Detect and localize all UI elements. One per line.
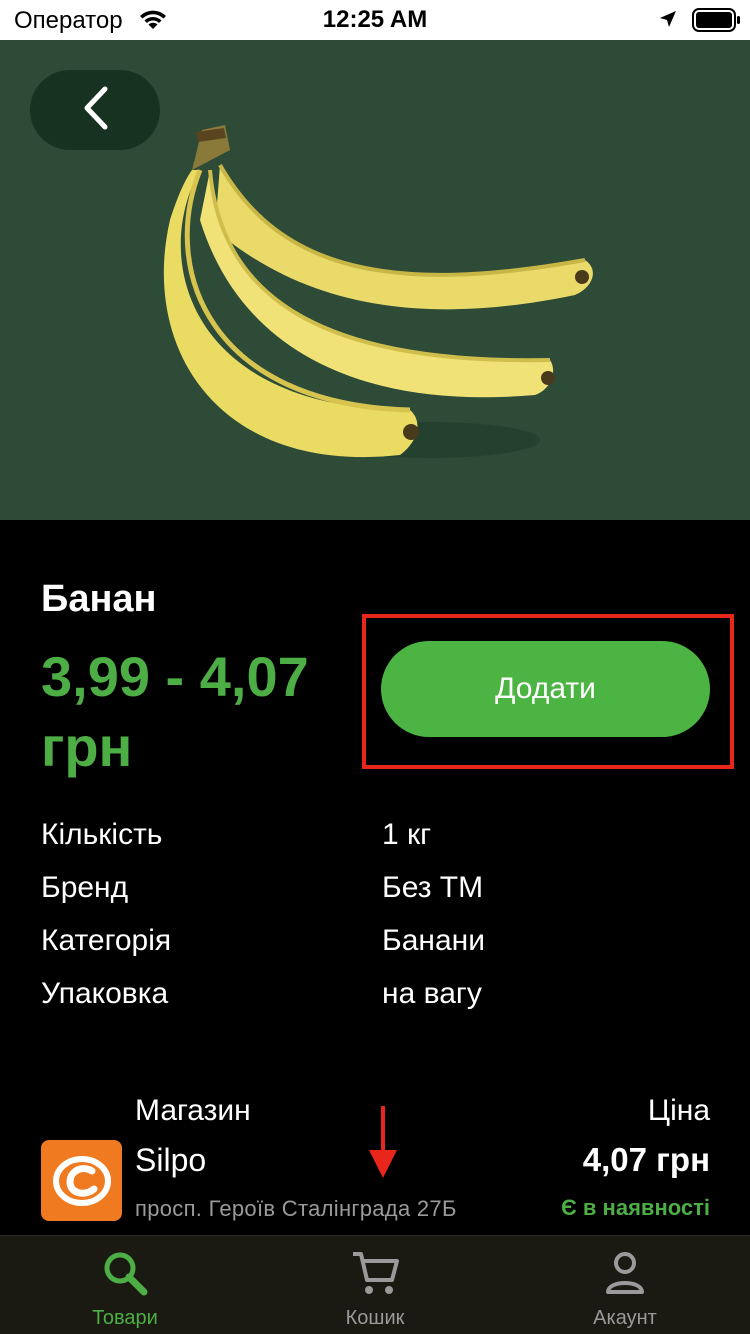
detail-value: Банани (382, 923, 485, 957)
detail-key: Упаковка (41, 976, 169, 1010)
detail-key: Категорія (41, 923, 172, 957)
detail-value: Без ТМ (382, 870, 484, 904)
account-icon (600, 1248, 650, 1303)
detail-row-quantity: Кількість 1 кг (41, 808, 701, 861)
tab-account[interactable]: Акаунт (500, 1236, 750, 1334)
tab-label: Акаунт (593, 1307, 657, 1329)
store-address: просп. Героїв Сталінграда 27Б (135, 1196, 457, 1221)
store-name: Silpo (135, 1142, 207, 1178)
detail-value: 1 кг (382, 817, 432, 851)
price-label: Ціна (647, 1094, 710, 1127)
product-details: Кількість 1 кг Бренд Без ТМ Категорія Ба… (41, 808, 701, 1020)
product-title: Банан (41, 578, 157, 620)
detail-key: Бренд (41, 870, 129, 904)
product-hero (0, 40, 750, 520)
detail-key: Кількість (41, 817, 163, 851)
detail-row-brand: Бренд Без ТМ (41, 861, 701, 914)
detail-row-packaging: Упаковка на вагу (41, 967, 701, 1020)
detail-value: на вагу (382, 976, 482, 1010)
status-time: 12:25 AM (322, 6, 428, 33)
tab-cart[interactable]: Кошик (250, 1236, 500, 1334)
tab-products[interactable]: Товари (0, 1236, 250, 1334)
chevron-left-icon (80, 85, 110, 136)
location-arrow-icon (658, 9, 678, 34)
price-range: 3,99 - 4,07 грн (41, 645, 309, 778)
battery-icon (692, 8, 740, 37)
status-bar: Оператор 12:25 AM (0, 0, 750, 40)
availability-status: Є в наявності (561, 1195, 710, 1220)
store-label: Магазин (135, 1094, 251, 1127)
add-to-cart-button[interactable]: Додати (381, 641, 710, 737)
tab-bar: Товари Кошик Акаунт (0, 1235, 750, 1334)
store-price: 4,07 грн (582, 1141, 710, 1178)
tab-label: Товари (92, 1307, 158, 1329)
tab-label: Кошик (345, 1307, 405, 1329)
arrow-annotation (369, 1106, 397, 1178)
banana-image (163, 125, 593, 458)
detail-row-category: Категорія Банани (41, 914, 701, 967)
store-logo (41, 1140, 122, 1221)
search-icon (100, 1248, 150, 1303)
cart-icon (350, 1248, 400, 1303)
